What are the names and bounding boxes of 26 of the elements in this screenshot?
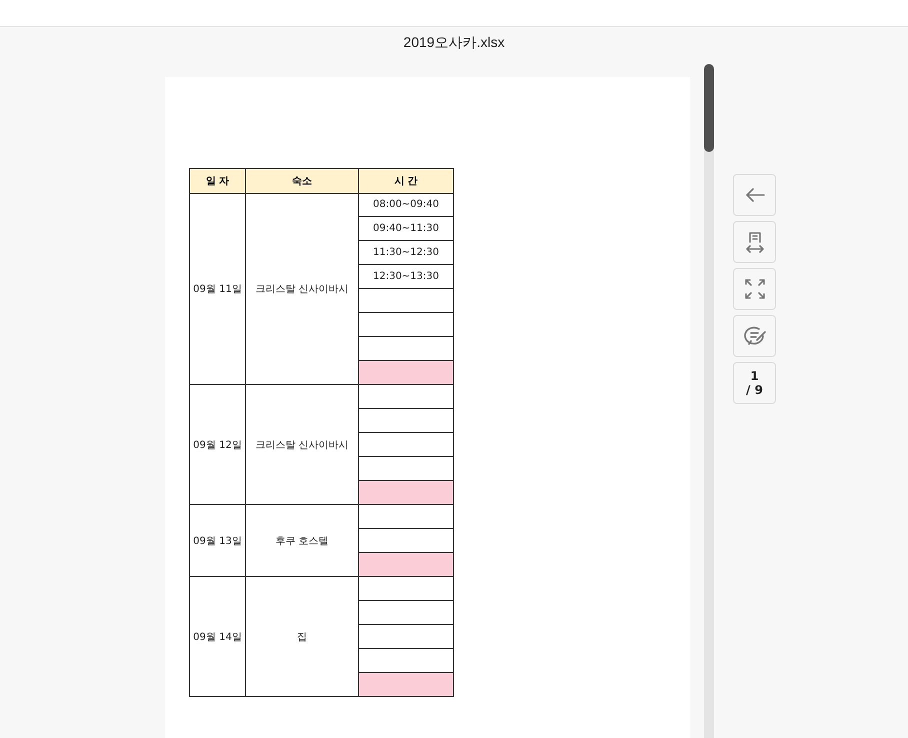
- table-cell: 집: [246, 577, 359, 697]
- toolbar-button[interactable]: [733, 315, 776, 357]
- table-cell: 12:30~13:30: [359, 265, 454, 289]
- table-cell: 09월 13일: [190, 505, 246, 577]
- toolbar-button[interactable]: [733, 221, 776, 263]
- current-page: 1: [750, 369, 759, 383]
- table-cell: 크리스탈 신사이바시: [246, 193, 359, 385]
- comment-edit-icon: [742, 324, 766, 348]
- table-cell: 09월 14일: [190, 577, 246, 697]
- column-header: 숙소: [246, 169, 359, 194]
- column-header: 일 자: [190, 169, 246, 194]
- back-arrow-icon: [744, 188, 764, 202]
- fullscreen-icon: [744, 278, 766, 300]
- table-cell: 08:00~09:40: [359, 193, 454, 217]
- scrollbar-thumb[interactable]: [704, 64, 714, 152]
- column-header: 시 간: [359, 169, 454, 194]
- table-cell: 크리스탈 신사이바시: [246, 385, 359, 505]
- document-title: 2019오사카.xlsx: [402, 33, 506, 52]
- table-cell: 09:40~11:30: [359, 217, 454, 241]
- table-cell: 09월 12일: [190, 385, 246, 505]
- table-cell: 11:30~12:30: [359, 241, 454, 265]
- page-total: / 9: [746, 383, 763, 397]
- table-cell: 09월 11일: [190, 193, 246, 385]
- toolbar-button[interactable]: [733, 174, 776, 216]
- toolbar-button[interactable]: [733, 268, 776, 310]
- scrollbar[interactable]: [704, 64, 714, 738]
